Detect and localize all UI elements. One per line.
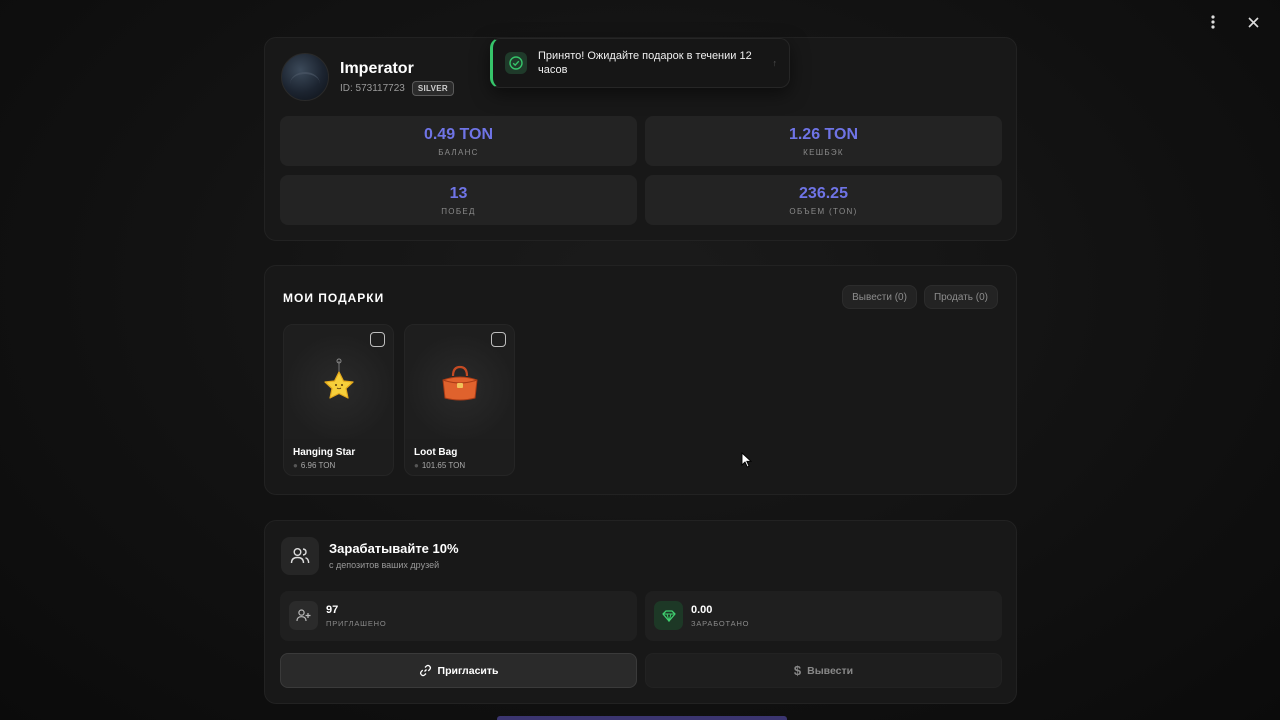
referral-subtitle: с депозитов ваших друзей [329, 560, 440, 570]
more-options-icon[interactable] [1198, 12, 1228, 32]
check-circle-icon [505, 52, 527, 74]
stat-label: КЕШБЭК [803, 147, 844, 157]
gift-actions: Вывести (0) Продать (0) [842, 285, 998, 309]
earned-value: 0.00 [691, 604, 713, 616]
stat-label: ОБЪЕМ (TON) [789, 206, 858, 216]
stat-value: 236.25 [799, 184, 848, 202]
gift-card[interactable]: Hanging Star ● 6.96 TON [283, 324, 394, 476]
gift-name: Hanging Star [293, 447, 356, 458]
withdraw-label: Вывести [807, 664, 854, 677]
sell-gifts-button[interactable]: Продать (0) [923, 285, 998, 309]
invite-label: Пригласить [437, 664, 499, 677]
gift-price: ● 6.96 TON [293, 461, 336, 470]
user-id: ID: 573117723 [340, 83, 405, 94]
referral-panel: Зарабатывайте 10% с депозитов ваших друз… [264, 520, 1017, 704]
toast-message: Принято! Ожидайте подарок в течении 12 ч… [538, 50, 752, 76]
stat-value: 0.49 TON [423, 125, 494, 143]
stat-label: БАЛАНС [438, 147, 479, 157]
invited-stat: 97 ПРИГЛАШЕНО [280, 591, 637, 641]
user-plus-icon [289, 601, 318, 630]
gift-card[interactable]: Loot Bag ● 101.65 TON [404, 324, 515, 476]
earned-label: ЗАРАБОТАНО [691, 619, 750, 628]
ton-dot-icon: ● [293, 461, 298, 470]
stat-card-wins: 13 ПОБЕД [280, 175, 637, 225]
success-toast[interactable]: Принято! Ожидайте подарок в течении 12 ч… [490, 38, 790, 88]
withdraw-gifts-button[interactable]: Вывести (0) [842, 285, 917, 309]
invited-count: 97 [326, 604, 339, 616]
earned-stat: 0.00 ЗАРАБОТАНО [645, 591, 1002, 641]
close-icon[interactable] [1238, 12, 1268, 32]
gift-select-checkbox[interactable] [370, 332, 385, 347]
diamond-icon [654, 601, 683, 630]
stat-card-balance: 0.49 TON БАЛАНС [280, 116, 637, 166]
stat-value: 13 [449, 184, 468, 202]
users-icon [281, 537, 319, 575]
avatar[interactable] [281, 53, 329, 101]
ton-dot-icon: ● [414, 461, 419, 470]
gift-select-checkbox[interactable] [491, 332, 506, 347]
mouse-cursor-icon [741, 452, 752, 468]
dollar-icon: $ [793, 663, 802, 678]
link-icon [419, 664, 431, 677]
tier-badge: SILVER [411, 81, 454, 96]
gift-price: ● 101.65 TON [414, 461, 466, 470]
user-id-row: ID: 573117723 SILVER [340, 81, 454, 96]
stat-value: 1.26 TON [788, 125, 859, 143]
stat-label: ПОБЕД [441, 206, 476, 216]
gift-name: Loot Bag [414, 447, 458, 458]
stat-card-volume: 236.25 ОБЪЕМ (TON) [645, 175, 1002, 225]
bottom-panel-edge [497, 716, 787, 720]
window-controls [1198, 12, 1268, 32]
invite-button[interactable]: Пригласить [280, 653, 637, 688]
referral-title: Зарабатывайте 10% [329, 541, 459, 556]
stat-card-cashback: 1.26 TON КЕШБЭК [645, 116, 1002, 166]
withdraw-earnings-button[interactable]: $ Вывести [645, 653, 1002, 688]
username: Imperator [340, 60, 414, 77]
section-title: МОИ ПОДАРКИ [283, 291, 385, 305]
gifts-panel: МОИ ПОДАРКИ Вывести (0) Продать (0) Hang… [264, 265, 1017, 495]
toast-dismiss-icon[interactable]: ↑ [773, 58, 778, 68]
invited-label: ПРИГЛАШЕНО [326, 619, 387, 628]
